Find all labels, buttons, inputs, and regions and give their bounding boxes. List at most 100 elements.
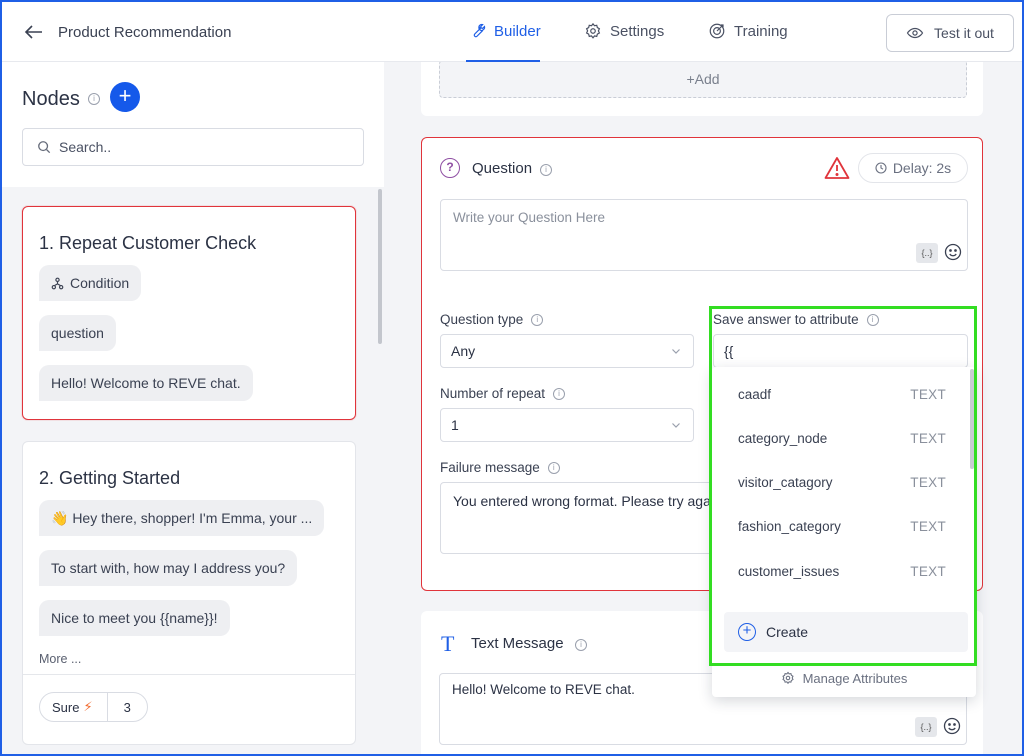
quick-reply-label: Sure [52, 699, 80, 715]
question-type-label-text: Question type [440, 312, 524, 327]
delay-label: Delay: 2s [892, 160, 952, 176]
text-message-title: Text Message [471, 635, 564, 652]
repeat-label: Number of repeat i [440, 386, 566, 401]
save-attribute-input[interactable] [713, 334, 968, 368]
attribute-option[interactable]: customer_issues TEXT [712, 549, 968, 593]
quick-reply-button[interactable]: Sure ⚡ 3 [39, 692, 148, 722]
info-icon[interactable]: i [553, 387, 566, 400]
wrench-icon [473, 23, 486, 38]
emoji-icon[interactable] [944, 243, 962, 261]
question-type-label: Question type i [440, 312, 544, 327]
info-icon[interactable]: i [531, 313, 544, 326]
nodes-panel-header: Nodes i + [2, 62, 384, 187]
test-it-out-label: Test it out [934, 25, 994, 41]
back-arrow-icon[interactable] [22, 20, 46, 44]
attribute-type: TEXT [910, 386, 946, 402]
repeat-value: 1 [451, 417, 459, 433]
node-title: 2. Getting Started [39, 468, 181, 488]
test-it-out-button[interactable]: Test it out [886, 14, 1014, 52]
search-input[interactable] [59, 139, 339, 155]
attribute-name: caadf [738, 386, 772, 402]
info-icon[interactable]: i [575, 639, 587, 651]
bot-title: Product Recommendation [58, 24, 232, 41]
chip-label: Hello! Welcome to REVE chat. [51, 375, 241, 391]
chevron-down-icon [672, 423, 680, 428]
attribute-type: TEXT [910, 563, 946, 579]
more-link[interactable]: More ... [39, 652, 81, 666]
tab-training[interactable]: Training [708, 22, 788, 40]
chevron-down-icon [672, 349, 680, 354]
chip-label: 👋 Hey there, shopper! I'm Emma, your ... [51, 509, 313, 526]
attribute-option[interactable]: caadf TEXT [712, 372, 968, 416]
chip-message: 👋 Hey there, shopper! I'm Emma, your ... [39, 500, 325, 536]
clock-icon [875, 162, 887, 174]
node-card-getting-started[interactable]: 2. Getting Started 👋 Hey there, shopper!… [22, 441, 356, 745]
save-attribute-label: Save answer to attribute i [713, 312, 879, 327]
node-search[interactable] [22, 128, 364, 166]
gear-icon [585, 22, 601, 39]
previous-node-card: +Add [421, 62, 983, 116]
info-icon[interactable]: i [866, 313, 879, 326]
failure-label: Failure message i [440, 460, 560, 475]
attribute-name: category_node [738, 430, 828, 446]
variable-icon[interactable]: {..} [916, 243, 938, 263]
chip-question: question [39, 315, 116, 351]
chip-condition: Condition [39, 265, 142, 301]
divider [23, 674, 355, 675]
node-card-repeat-customer-check[interactable]: 1. Repeat Customer Check Condition quest… [22, 206, 356, 420]
attribute-name: customer_issues [738, 563, 840, 579]
nodes-scrollbar[interactable] [378, 189, 382, 344]
nodes-list: 1. Repeat Customer Check Condition quest… [2, 187, 384, 754]
question-text-input[interactable] [440, 199, 968, 271]
info-icon[interactable]: i [88, 93, 100, 105]
lightning-icon: ⚡ [83, 699, 93, 714]
variable-icon[interactable]: {..} [915, 717, 937, 737]
warning-icon [824, 157, 850, 179]
create-label: Create [766, 624, 809, 640]
node-title: 1. Repeat Customer Check [39, 233, 257, 253]
text-icon: T [441, 631, 455, 656]
add-node-button[interactable]: + [110, 82, 140, 112]
quick-reply-count: 3 [123, 699, 131, 715]
attribute-name: visitor_catagory [738, 474, 833, 490]
question-type-value: Any [451, 343, 476, 359]
question-type-select[interactable]: Any [440, 334, 694, 368]
eye-icon [906, 27, 924, 39]
top-bar: Product Recommendation Builder Settings … [2, 2, 1022, 62]
delay-button[interactable]: Delay: 2s [858, 153, 968, 183]
save-attribute-label-text: Save answer to attribute [713, 312, 859, 327]
condition-icon [51, 277, 64, 289]
chip-label: To start with, how may I address you? [51, 560, 286, 576]
tab-builder[interactable]: Builder [468, 22, 541, 40]
tab-settings[interactable]: Settings [584, 22, 664, 40]
attribute-type: TEXT [910, 474, 946, 490]
chip-label: question [51, 325, 104, 341]
question-icon: ? [440, 158, 460, 178]
create-attribute-button[interactable]: + Create [724, 612, 968, 652]
emoji-icon[interactable] [943, 717, 961, 735]
manage-label: Manage Attributes [802, 670, 908, 686]
chip-message: Nice to meet you {{name}}! [39, 600, 230, 636]
attribute-option[interactable]: category_node TEXT [712, 416, 968, 460]
failure-label-text: Failure message [440, 460, 540, 475]
chip-label: Nice to meet you {{name}}! [51, 610, 218, 626]
repeat-select[interactable]: 1 [440, 408, 694, 442]
gear-icon [781, 671, 794, 685]
chip-message: To start with, how may I address you? [39, 550, 298, 586]
info-icon[interactable]: i [547, 461, 560, 474]
manage-attributes-link[interactable]: Manage Attributes [712, 663, 976, 693]
attribute-name: fashion_category [738, 518, 841, 534]
chip-label: Condition [70, 275, 130, 291]
tab-settings-label: Settings [610, 22, 665, 40]
info-icon[interactable]: i [540, 164, 552, 176]
chip-message: Hello! Welcome to REVE chat. [39, 365, 253, 401]
question-title: Question [472, 160, 533, 177]
dropdown-scrollbar[interactable] [970, 369, 974, 469]
attribute-option[interactable]: fashion_category TEXT [712, 504, 968, 548]
target-icon [709, 23, 725, 39]
repeat-label-text: Number of repeat [440, 386, 546, 401]
plus-circle-icon: + [738, 623, 756, 641]
add-button[interactable]: +Add [439, 62, 967, 98]
attribute-dropdown: caadf TEXT category_node TEXT visitor_ca… [712, 367, 976, 697]
attribute-option[interactable]: visitor_catagory TEXT [712, 460, 968, 504]
